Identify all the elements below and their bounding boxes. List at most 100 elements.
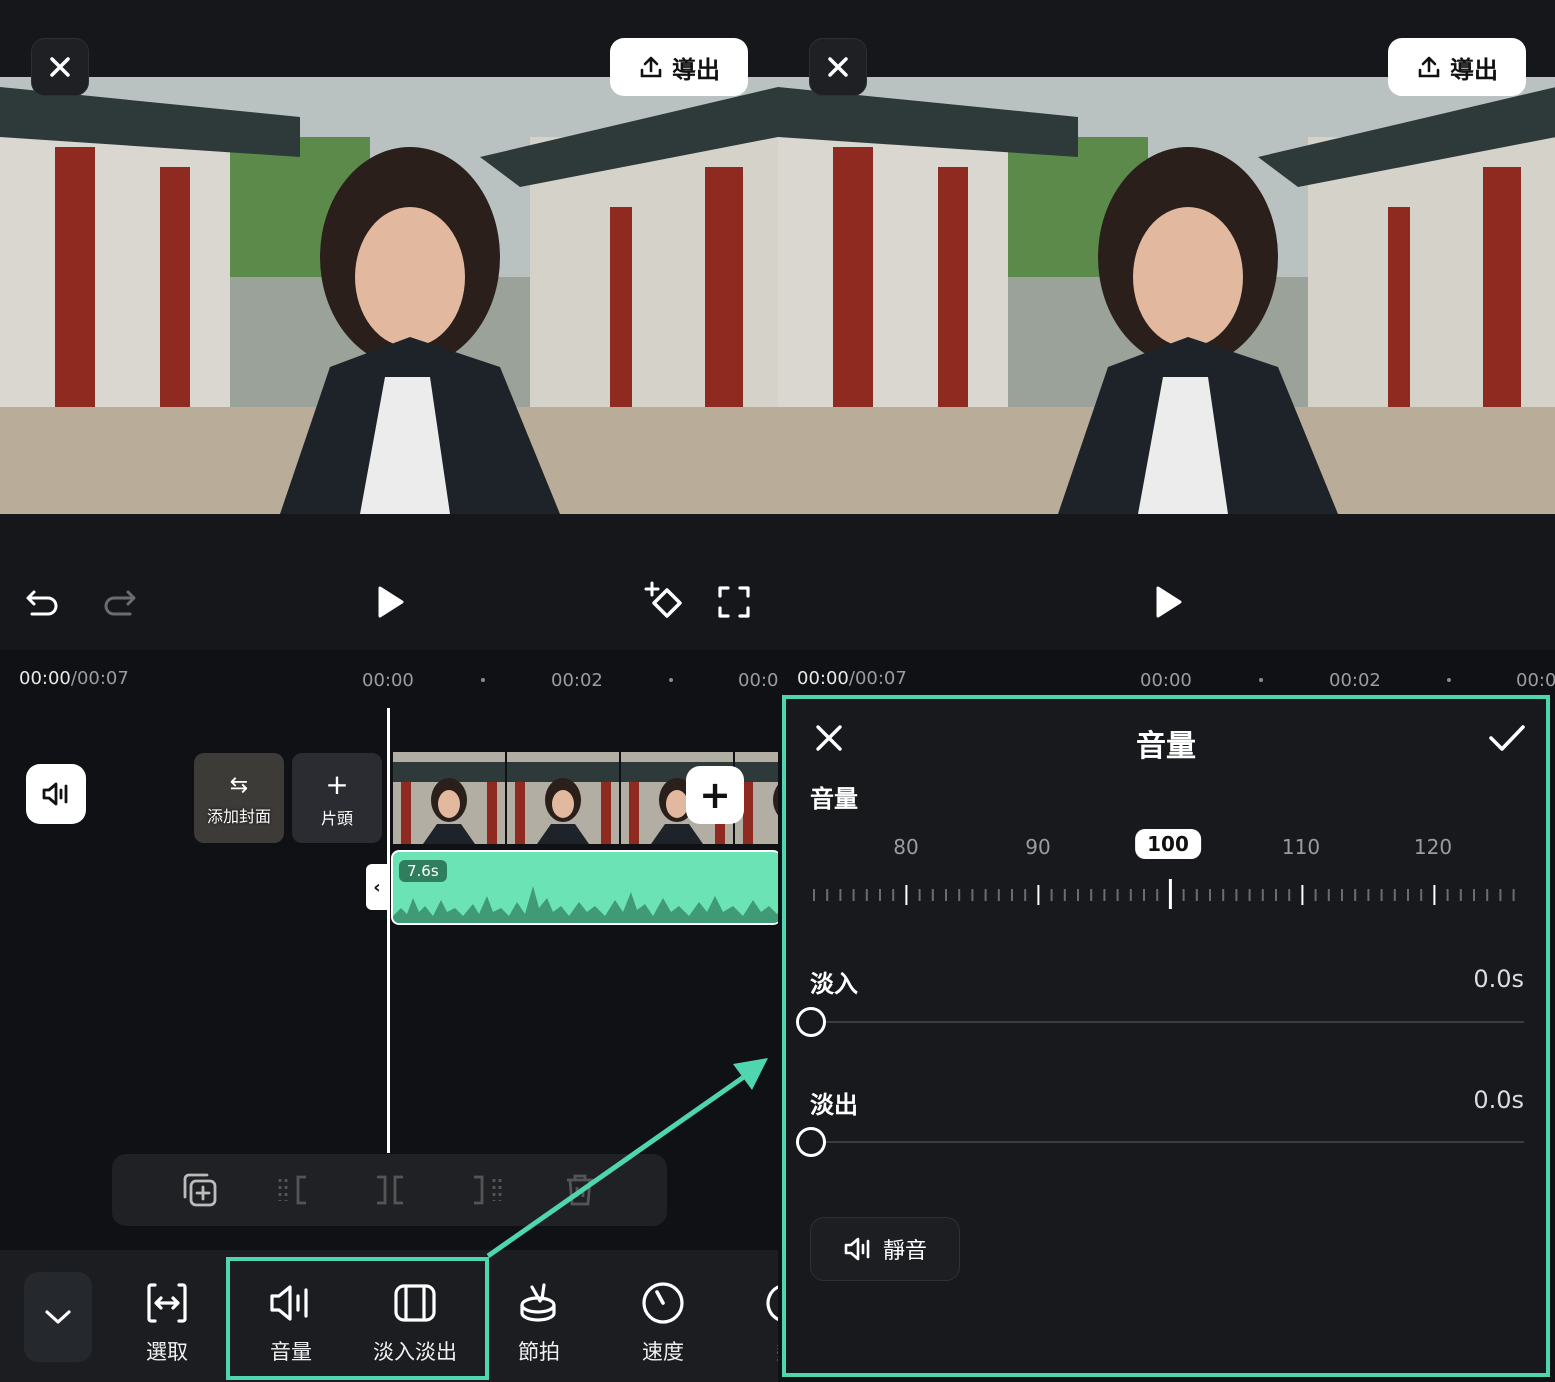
speed-icon xyxy=(603,1280,723,1326)
split-icon xyxy=(370,1170,410,1210)
checkmark-icon xyxy=(1489,725,1525,751)
editor-panel-left: 導出 00:00/00:07 00:00 00:02 00:0 ⇆ 添加封面 +… xyxy=(0,0,778,1382)
volume-panel: 音量 音量 80 90 100 110 120 淡入 0.0s 淡出 0.0s … xyxy=(782,695,1550,1377)
playhead[interactable] xyxy=(387,708,390,1153)
change-icon xyxy=(727,1280,778,1326)
speaker-icon xyxy=(42,782,68,806)
fade-out-slider[interactable] xyxy=(810,1141,1524,1143)
mute-label: 靜音 xyxy=(882,1239,927,1264)
mute-button[interactable]: 靜音 xyxy=(810,1217,960,1281)
delete-icon xyxy=(560,1170,600,1210)
ruler-dot xyxy=(669,678,673,682)
play-icon xyxy=(1156,586,1182,618)
fade-in-value: 0.0s xyxy=(1473,965,1524,993)
add-clip-button[interactable]: + xyxy=(686,766,744,824)
fade-out-slider-knob[interactable] xyxy=(796,1127,826,1157)
speaker-icon xyxy=(844,1237,870,1261)
tool-beat[interactable]: 節拍 xyxy=(479,1280,599,1366)
tool-speed[interactable]: 速度 xyxy=(603,1280,723,1366)
plus-icon: + xyxy=(325,768,349,801)
scale-label: 120 xyxy=(1413,835,1453,859)
add-cover-label: 添加封面 xyxy=(206,807,271,826)
tool-label: 音量 xyxy=(270,1340,312,1364)
panel-confirm-button[interactable] xyxy=(1488,723,1526,757)
timecode-total: /00:07 xyxy=(70,668,129,689)
timecode: 00:00/00:07 xyxy=(19,668,129,689)
ruler-label: 00:02 xyxy=(1329,670,1381,691)
duplicate-icon[interactable] xyxy=(180,1170,220,1210)
clip-duration-badge: 7.6s xyxy=(399,860,447,882)
redo-icon[interactable] xyxy=(100,582,140,622)
close-button[interactable] xyxy=(31,38,89,96)
video-preview[interactable] xyxy=(778,77,1555,514)
split-right-icon xyxy=(465,1170,505,1210)
upload-icon xyxy=(640,56,662,78)
close-icon xyxy=(828,57,848,77)
split-left-icon xyxy=(275,1170,315,1210)
fade-in-slider[interactable] xyxy=(810,1021,1524,1023)
close-button[interactable] xyxy=(809,38,867,96)
video-thumbnail xyxy=(507,752,619,844)
add-intro-button[interactable]: + 片頭 xyxy=(292,753,382,843)
timecode: 00:00/00:07 xyxy=(797,668,907,689)
volume-current-value: 100 xyxy=(1135,829,1201,859)
fade-out-value: 0.0s xyxy=(1473,1086,1524,1114)
ruler-label: 00:00 xyxy=(362,670,414,691)
export-label: 導出 xyxy=(672,55,720,84)
editor-panel-right: 導出 00:00/00:07 00:00 00:02 00:0 音量 音量 80… xyxy=(778,0,1555,1382)
volume-label: 音量 xyxy=(810,785,858,813)
timecode-current: 00:00 xyxy=(797,668,849,689)
play-icon xyxy=(378,586,404,618)
bottom-toolbar: 選取 音量 淡入淡出 節拍 速度 xyxy=(0,1250,778,1382)
ruler-label: 00:0 xyxy=(738,670,778,691)
volume-ruler-slider[interactable] xyxy=(810,879,1530,909)
original-audio-toggle[interactable] xyxy=(26,764,86,824)
tool-select[interactable]: 選取 xyxy=(107,1280,227,1366)
panel-title: 音量 xyxy=(1136,729,1196,764)
trim-handle[interactable]: ‹ xyxy=(366,864,388,910)
timeline[interactable]: 00:00/00:07 00:00 00:02 00:0 ⇆ 添加封面 + 片頭… xyxy=(0,650,778,1382)
tool-label: 選取 xyxy=(146,1340,188,1364)
tool-label: 淡入淡出 xyxy=(373,1340,457,1364)
play-button[interactable] xyxy=(1148,582,1188,622)
export-button[interactable]: 導出 xyxy=(610,38,748,96)
ruler-dot xyxy=(1447,678,1451,682)
export-button[interactable]: 導出 xyxy=(1388,38,1526,96)
tool-label: 變 xyxy=(727,1336,779,1366)
tool-volume[interactable]: 音量 xyxy=(231,1280,351,1366)
scale-label: 110 xyxy=(1281,835,1321,859)
scale-label: 90 xyxy=(1025,835,1051,859)
play-button[interactable] xyxy=(370,582,410,622)
fade-in-label: 淡入 xyxy=(810,970,858,998)
add-cover-button[interactable]: ⇆ 添加封面 xyxy=(194,753,284,843)
fade-in-slider-knob[interactable] xyxy=(796,1007,826,1037)
keyframe-icon[interactable] xyxy=(643,580,687,624)
chevron-down-icon xyxy=(45,1310,71,1324)
scale-label: 80 xyxy=(893,835,919,859)
tool-fade[interactable]: 淡入淡出 xyxy=(355,1280,475,1366)
ruler-dot xyxy=(1259,678,1263,682)
upload-icon xyxy=(1418,56,1440,78)
tool-label: 速度 xyxy=(642,1340,684,1364)
fade-out-label: 淡出 xyxy=(810,1091,858,1119)
collapse-button[interactable] xyxy=(24,1272,92,1362)
ruler-label: 00:02 xyxy=(551,670,603,691)
fullscreen-icon[interactable] xyxy=(714,582,754,622)
ruler-dot xyxy=(481,678,485,682)
audio-waveform xyxy=(393,886,778,923)
video-thumbnail xyxy=(393,752,505,844)
export-label: 導出 xyxy=(1450,55,1498,84)
fade-icon xyxy=(355,1280,475,1326)
ruler-label: 00:00 xyxy=(1140,670,1192,691)
video-preview[interactable] xyxy=(0,77,778,514)
volume-icon xyxy=(231,1280,351,1326)
tool-change[interactable]: 變 xyxy=(727,1280,778,1366)
audio-clip[interactable]: 7.6s xyxy=(391,850,778,925)
tool-label: 節拍 xyxy=(518,1340,560,1364)
close-icon xyxy=(50,57,70,77)
timecode-current: 00:00 xyxy=(19,668,71,689)
plus-icon: + xyxy=(699,773,731,817)
undo-icon[interactable] xyxy=(22,582,62,622)
swap-icon: ⇆ xyxy=(229,773,249,798)
timecode-total: /00:07 xyxy=(848,668,907,689)
